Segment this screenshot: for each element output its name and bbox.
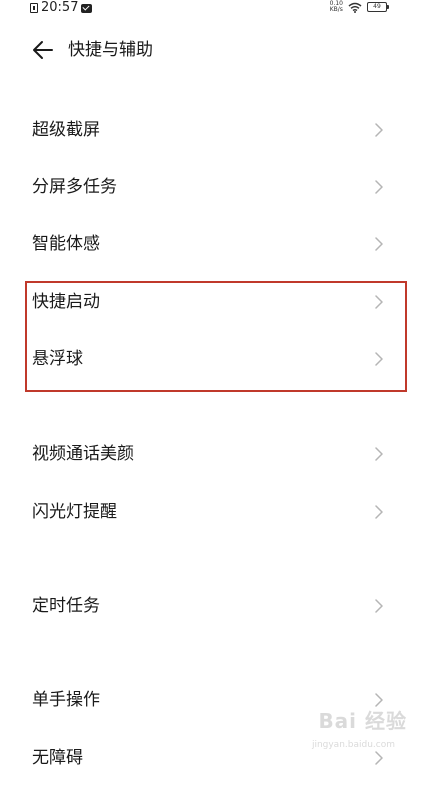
watermark-logo: Bai 经验 <box>318 709 407 733</box>
arrow-left-icon[interactable] <box>32 40 54 60</box>
settings-item-flash-alert[interactable]: 闪光灯提醒 <box>0 484 425 540</box>
wifi-icon <box>348 2 362 13</box>
header: 快捷与辅助 <box>0 30 425 70</box>
settings-item-label: 快捷启动 <box>32 292 100 312</box>
chevron-right-icon <box>375 180 383 194</box>
settings-item-label: 分屏多任务 <box>32 177 117 197</box>
chevron-right-icon <box>375 751 383 765</box>
status-bar: 20:57 0.10 KB/s 49 <box>0 0 425 18</box>
status-right: 0.10 KB/s 49 <box>330 1 389 13</box>
settings-item-floating-ball[interactable]: 悬浮球 <box>0 331 425 387</box>
chevron-right-icon <box>375 123 383 137</box>
settings-item-label: 超级截屏 <box>32 120 100 140</box>
status-time: 20:57 <box>41 0 79 15</box>
settings-item-smart-motion[interactable]: 智能体感 <box>0 216 425 272</box>
chevron-right-icon <box>375 295 383 309</box>
settings-item-label: 无障碍 <box>32 748 83 768</box>
battery-level: 49 <box>373 3 381 10</box>
settings-item-split-screen[interactable]: 分屏多任务 <box>0 159 425 215</box>
settings-item-quick-launch[interactable]: 快捷启动 <box>0 274 425 330</box>
settings-item-label: 单手操作 <box>32 690 100 710</box>
watermark-url: jingyan.baidu.com <box>311 740 395 750</box>
chevron-right-icon <box>375 447 383 461</box>
settings-item-accessibility[interactable]: 无障碍 <box>0 730 425 786</box>
settings-item-label: 定时任务 <box>32 596 100 616</box>
settings-item-label: 智能体感 <box>32 234 100 254</box>
chevron-right-icon <box>375 352 383 366</box>
sim-icon <box>30 3 38 13</box>
settings-item-label: 悬浮球 <box>32 349 83 369</box>
notification-icon <box>81 3 93 13</box>
network-speed-unit: KB/s <box>329 6 343 13</box>
page-title: 快捷与辅助 <box>68 40 153 60</box>
settings-item-video-call-beauty[interactable]: 视频通话美颜 <box>0 426 425 482</box>
chevron-right-icon <box>375 505 383 519</box>
settings-item-super-screenshot[interactable]: 超级截屏 <box>0 102 425 158</box>
settings-item-scheduled-tasks[interactable]: 定时任务 <box>0 578 425 634</box>
battery-icon: 49 <box>367 2 389 12</box>
network-speed: 0.10 KB/s <box>330 1 343 13</box>
chevron-right-icon <box>375 599 383 613</box>
settings-item-label: 视频通话美颜 <box>32 444 134 464</box>
settings-item-label: 闪光灯提醒 <box>32 502 117 522</box>
chevron-right-icon <box>375 237 383 251</box>
status-left: 20:57 <box>30 0 93 16</box>
